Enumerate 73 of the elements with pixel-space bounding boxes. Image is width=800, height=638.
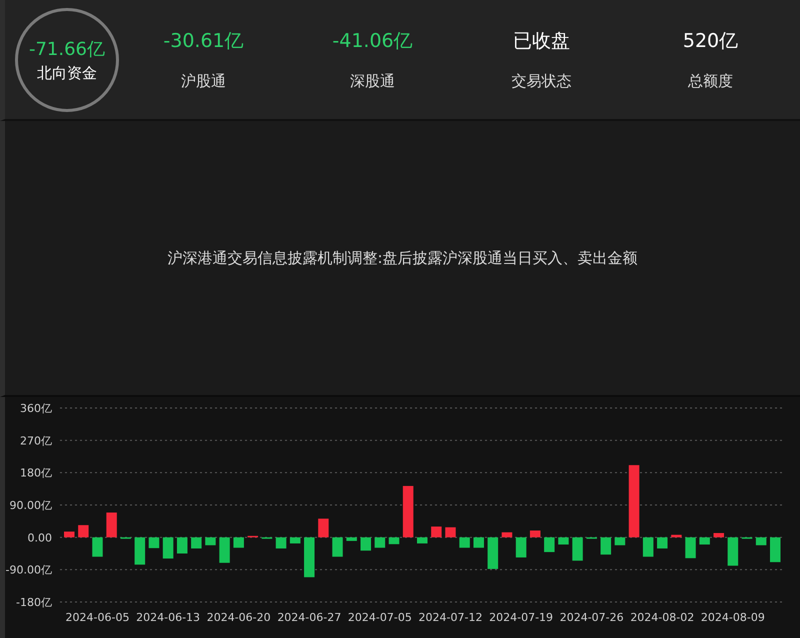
flow-bar xyxy=(544,537,555,552)
stat-label: 总额度 xyxy=(688,72,733,91)
flow-bar xyxy=(502,532,512,538)
flow-bar xyxy=(402,486,414,538)
flow-bar xyxy=(642,537,654,557)
flow-bar xyxy=(445,527,456,538)
x-axis-label: 2024-06-13 xyxy=(136,611,200,624)
y-axis-label: -90.00亿 xyxy=(6,564,52,577)
flow-bar xyxy=(191,537,202,548)
flow-bar xyxy=(657,537,668,548)
flow-bar xyxy=(488,537,498,569)
flow-bar xyxy=(516,537,526,558)
y-axis-label: 90.00亿 xyxy=(10,499,52,512)
flow-bar xyxy=(699,537,710,545)
flow-bar xyxy=(728,537,738,566)
flow-bar xyxy=(530,530,540,538)
flow-bar xyxy=(346,537,357,541)
stat-value: 520亿 xyxy=(682,29,738,54)
flow-bar xyxy=(572,537,583,561)
x-axis-label: 2024-07-12 xyxy=(418,611,482,624)
y-axis-label: 180亿 xyxy=(20,466,52,480)
flow-bar xyxy=(600,537,612,555)
stat-value: -30.61亿 xyxy=(163,29,244,54)
stat-label: 深股通 xyxy=(350,72,395,91)
notice-text: 沪深港通交易信息披露机制调整:盘后披露沪深股通当日买入、卖出金额 xyxy=(167,248,638,268)
stat-label: 交易状态 xyxy=(512,72,572,91)
x-axis-label: 2024-07-05 xyxy=(348,611,412,624)
flow-bar xyxy=(148,537,160,548)
flow-bar xyxy=(714,533,724,538)
flow-bar xyxy=(756,537,766,546)
flow-bar xyxy=(685,537,696,558)
flow-bar xyxy=(78,525,89,538)
flow-bar xyxy=(558,537,569,545)
x-axis-label: 2024-08-02 xyxy=(630,611,694,624)
flow-bar xyxy=(205,537,216,546)
flow-bar xyxy=(417,537,428,544)
flow-bar xyxy=(134,537,146,565)
flow-bar xyxy=(671,534,682,538)
flow-bar xyxy=(290,537,300,544)
x-axis-label: 2024-07-26 xyxy=(560,611,624,624)
flow-bar xyxy=(332,537,343,557)
y-axis-label: 270亿 xyxy=(20,434,52,448)
flow-bar xyxy=(770,537,780,562)
flow-bar xyxy=(176,537,188,554)
flow-bar xyxy=(614,537,626,546)
y-axis-label: 0.00 xyxy=(28,531,52,544)
flow-bar xyxy=(318,518,329,538)
y-axis-label: -180亿 xyxy=(16,596,52,609)
flow-bar xyxy=(219,537,230,563)
x-axis-label: 2024-08-09 xyxy=(700,611,765,624)
total-label: 北向资金 xyxy=(37,64,97,82)
x-axis-label: 2024-06-20 xyxy=(206,611,271,624)
flow-bar xyxy=(388,537,400,544)
flow-bar xyxy=(360,537,372,551)
flow-bar xyxy=(374,537,386,548)
x-axis-label: 2024-07-19 xyxy=(489,611,554,624)
x-axis-label: 2024-06-05 xyxy=(66,611,130,624)
flow-bar xyxy=(431,526,442,538)
stat-value: 已收盘 xyxy=(513,29,570,54)
flow-bar xyxy=(233,537,244,548)
flow-bar xyxy=(92,537,103,557)
flow-bar xyxy=(459,537,470,548)
flow-bar xyxy=(162,537,174,559)
x-axis-label: 2024-06-27 xyxy=(277,611,342,624)
stat-value: -41.06亿 xyxy=(332,29,413,54)
total-value: -71.66亿 xyxy=(28,38,106,60)
y-axis-label: 360亿 xyxy=(20,402,52,415)
stat-label: 沪股通 xyxy=(181,72,226,91)
flow-bar xyxy=(473,537,484,548)
flow-bar xyxy=(276,537,286,548)
flow-bar xyxy=(64,532,74,538)
flow-bar xyxy=(106,512,117,538)
flow-bar xyxy=(304,537,315,578)
